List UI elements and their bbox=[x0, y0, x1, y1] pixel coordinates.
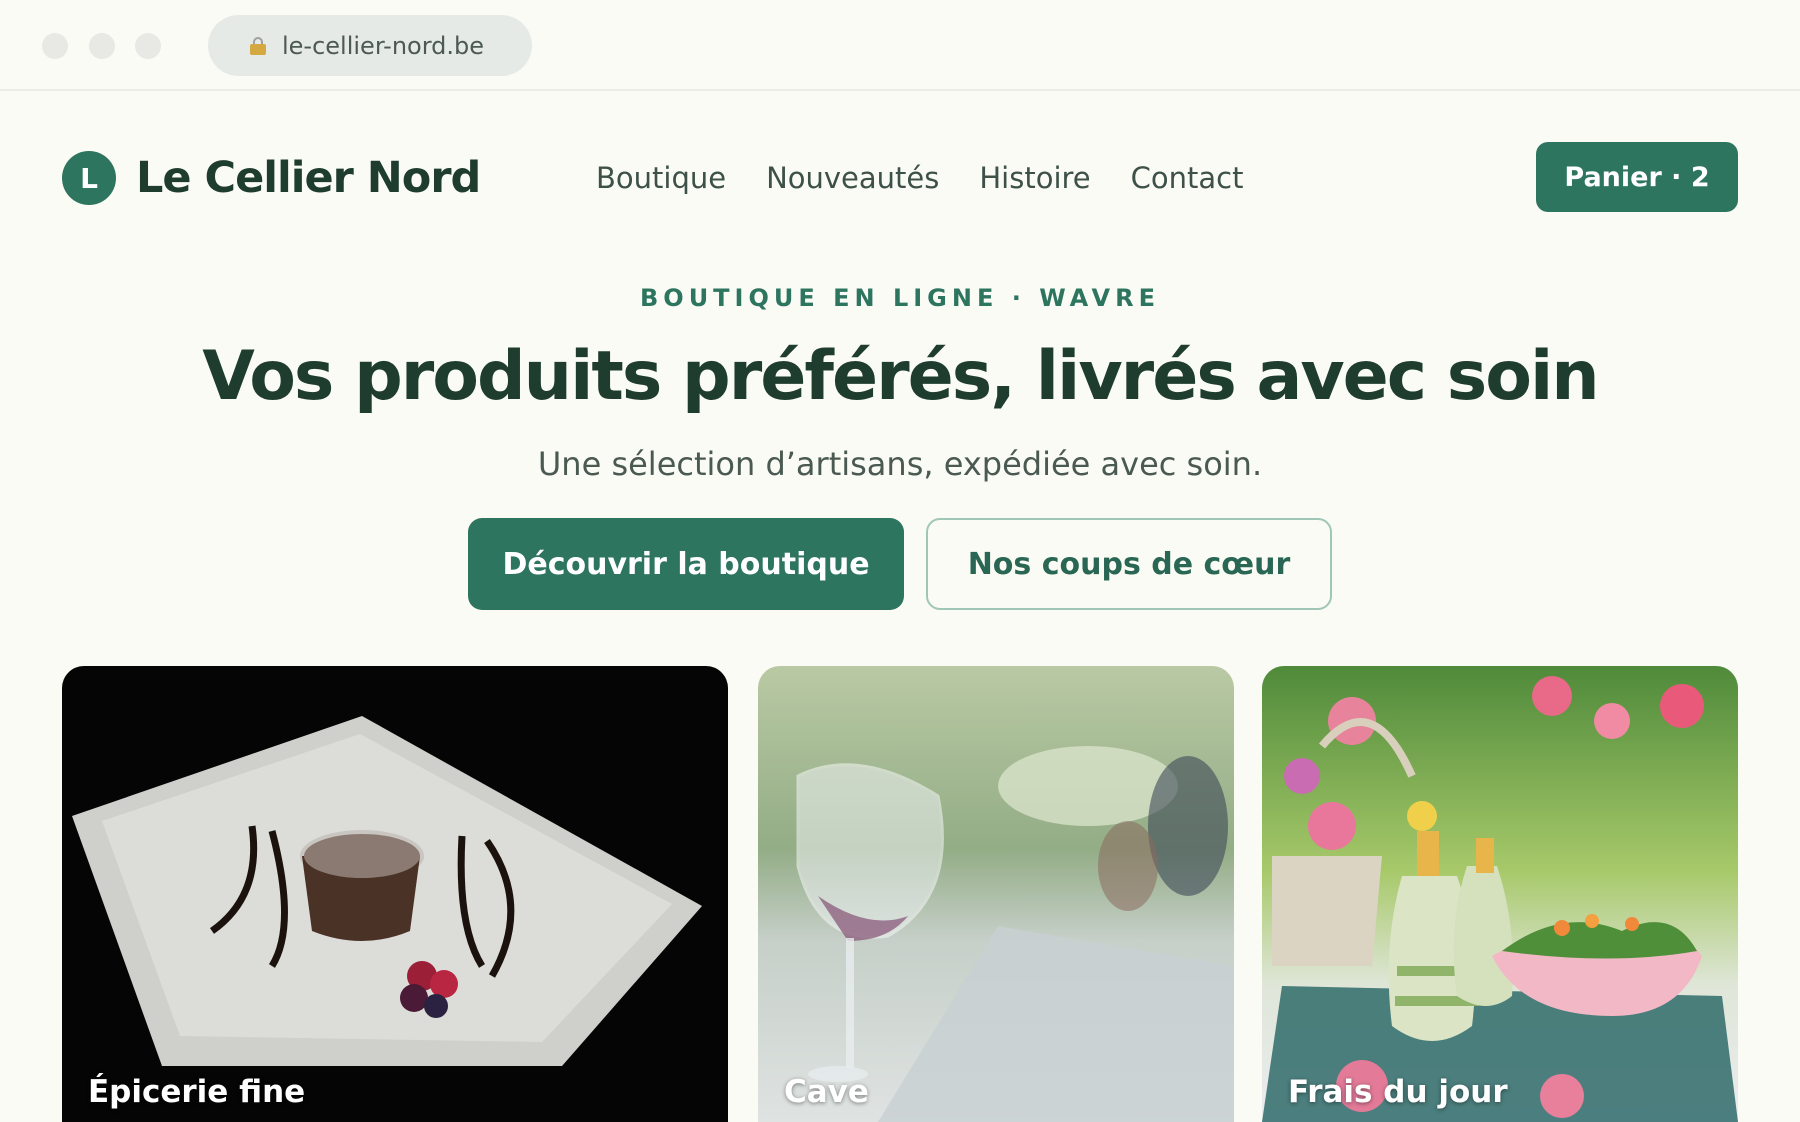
address-bar[interactable]: le-cellier-nord.be bbox=[208, 15, 532, 76]
favorites-button[interactable]: Nos coups de cœur bbox=[926, 518, 1332, 610]
nav-link-contact[interactable]: Contact bbox=[1131, 156, 1244, 200]
category-label: Cave bbox=[784, 1074, 869, 1110]
wine-glass-image bbox=[758, 666, 1234, 1122]
category-label: Épicerie fine bbox=[88, 1074, 306, 1110]
category-card-frais[interactable]: Frais du jour bbox=[1262, 666, 1738, 1122]
hero-eyebrow: BOUTIQUE EN LIGNE · WAVRE bbox=[640, 284, 1160, 312]
nav-link-boutique[interactable]: Boutique bbox=[596, 156, 726, 200]
cart-button[interactable]: Panier · 2 bbox=[1536, 142, 1738, 212]
brand-name[interactable]: Le Cellier Nord bbox=[136, 150, 481, 206]
url-text: le-cellier-nord.be bbox=[282, 31, 485, 60]
nav-link-histoire[interactable]: Histoire bbox=[979, 156, 1090, 200]
category-card-epicerie[interactable]: Épicerie fine bbox=[62, 666, 728, 1122]
main-nav: Boutique Nouveautés Histoire Contact bbox=[596, 156, 1243, 200]
lock-icon bbox=[250, 36, 266, 55]
discover-shop-button[interactable]: Découvrir la boutique bbox=[468, 518, 904, 610]
hero-title: Vos produits préférés, livrés avec soin bbox=[202, 337, 1599, 416]
logo-badge[interactable]: L bbox=[62, 151, 116, 205]
salad-table-image bbox=[1262, 666, 1738, 1122]
browser-chrome: le-cellier-nord.be bbox=[0, 0, 1800, 91]
nav-link-nouveautes[interactable]: Nouveautés bbox=[766, 156, 939, 200]
category-card-cave[interactable]: Cave bbox=[758, 666, 1234, 1122]
window-maximize-button[interactable] bbox=[135, 33, 161, 59]
category-label: Frais du jour bbox=[1288, 1074, 1508, 1110]
hero-subtitle: Une sélection d’artisans, expédiée avec … bbox=[537, 445, 1263, 483]
window-minimize-button[interactable] bbox=[89, 33, 115, 59]
chocolate-cake-image bbox=[62, 666, 728, 1122]
window-close-button[interactable] bbox=[42, 33, 68, 59]
